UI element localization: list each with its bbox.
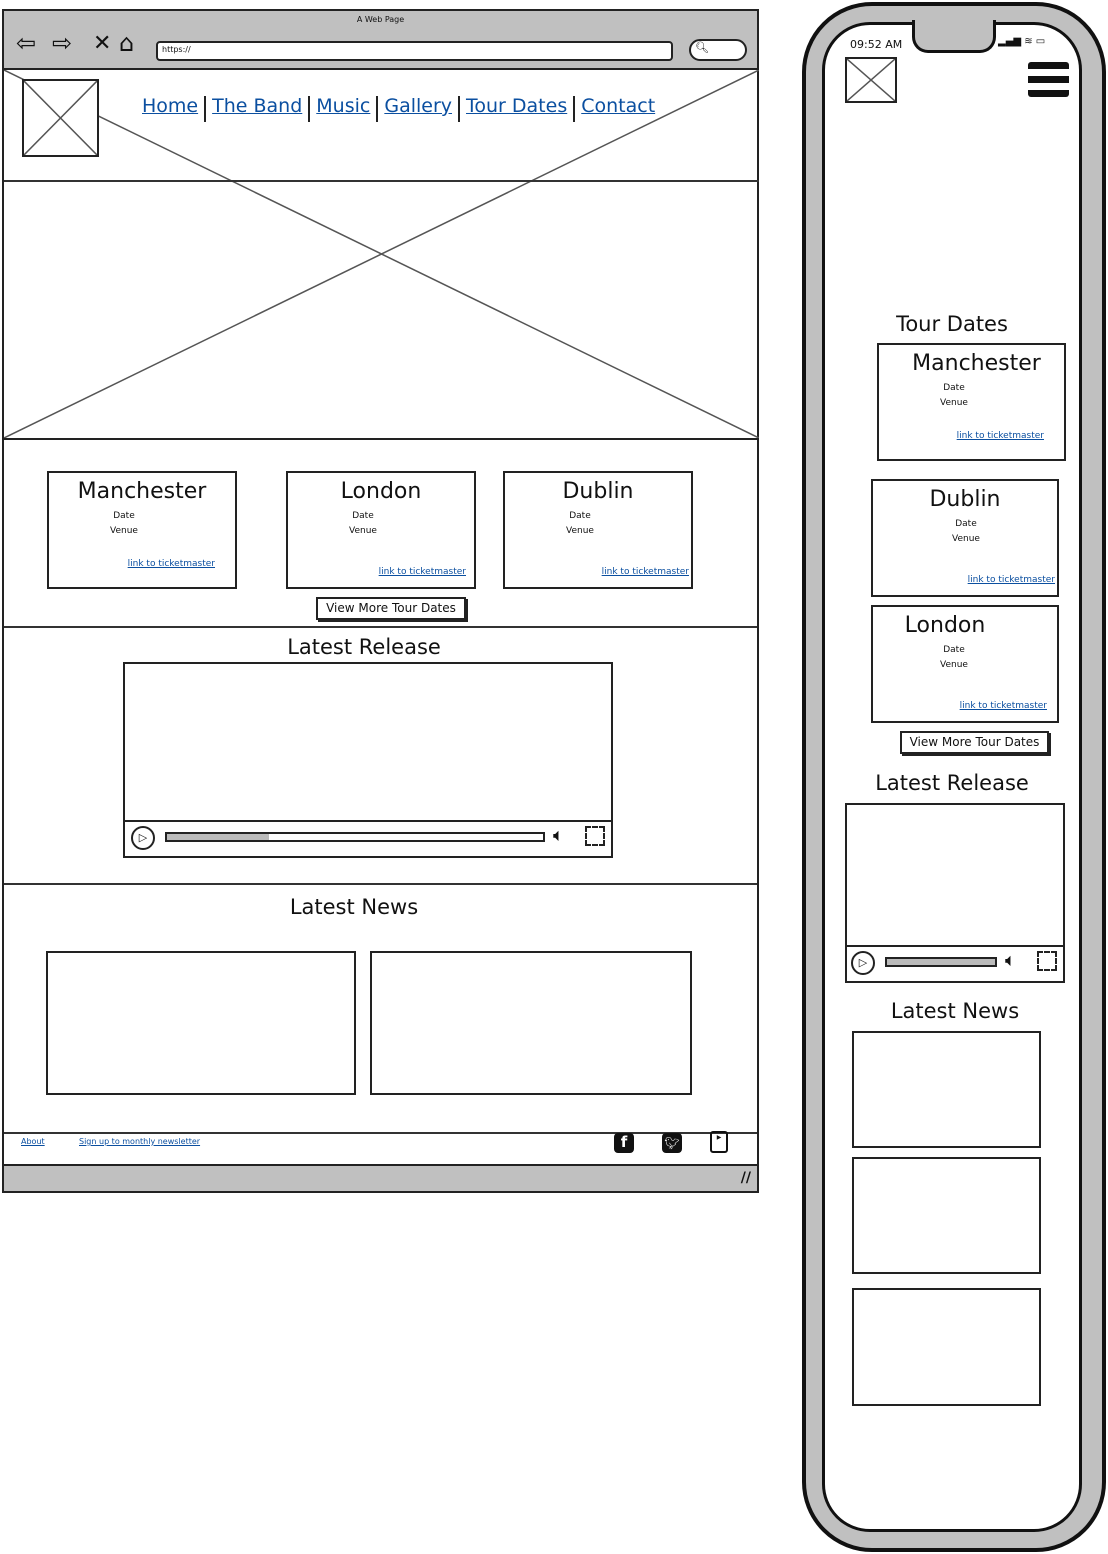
news-box[interactable] bbox=[370, 951, 692, 1095]
nav-the-band[interactable]: The Band bbox=[206, 95, 308, 122]
tour-city: Manchester bbox=[912, 351, 1041, 376]
status-time: 09:52 AM bbox=[850, 38, 903, 51]
mobile-tour-card-london: London Date Venue link to ticketmaster bbox=[871, 605, 1059, 723]
play-icon[interactable]: ▷ bbox=[851, 951, 875, 975]
mobile-news-box[interactable] bbox=[852, 1157, 1041, 1274]
mobile-view-more-tour-dates-button[interactable]: View More Tour Dates bbox=[900, 731, 1049, 754]
tour-city: London bbox=[904, 613, 986, 638]
hamburger-menu-icon[interactable] bbox=[1028, 62, 1069, 97]
logo-placeholder[interactable] bbox=[22, 79, 99, 157]
progress-slider[interactable] bbox=[885, 957, 997, 967]
nav-gallery[interactable]: Gallery bbox=[378, 95, 458, 122]
latest-news-heading: Latest News bbox=[289, 895, 419, 919]
tour-venue: Venue bbox=[952, 534, 980, 544]
search-icon[interactable]: 🔍︎ bbox=[689, 39, 747, 61]
ticketmaster-link[interactable]: link to ticketmaster bbox=[379, 567, 466, 577]
tour-card-london: London Date Venue link to ticketmaster bbox=[286, 471, 476, 589]
tour-date: Date bbox=[113, 511, 135, 521]
youtube-icon[interactable]: ▶ bbox=[710, 1131, 728, 1153]
tour-date: Date bbox=[955, 519, 977, 529]
tour-city: Dublin bbox=[562, 479, 634, 504]
mobile-logo-placeholder[interactable] bbox=[845, 57, 897, 103]
progress-slider[interactable] bbox=[165, 832, 545, 842]
video-controls: ▷ 🔈︎ bbox=[125, 820, 611, 856]
play-icon[interactable]: ▷ bbox=[131, 826, 155, 850]
view-more-tour-dates-button[interactable]: View More Tour Dates bbox=[316, 597, 466, 620]
twitter-icon[interactable]: 🐦︎ bbox=[662, 1133, 682, 1153]
tour-card-manchester: Manchester Date Venue link to ticketmast… bbox=[47, 471, 237, 589]
video-controls: ▷ 🔈︎ bbox=[847, 945, 1063, 981]
resize-handle-icon[interactable]: // bbox=[741, 1170, 751, 1186]
nav-music[interactable]: Music bbox=[310, 95, 376, 122]
tour-venue: Venue bbox=[566, 526, 594, 536]
back-arrow-icon[interactable]: ⇦ bbox=[16, 31, 36, 55]
mobile-news-box[interactable] bbox=[852, 1031, 1041, 1148]
tour-date: Date bbox=[943, 383, 965, 393]
fullscreen-icon[interactable] bbox=[585, 826, 605, 846]
desktop-browser-frame: A Web Page ⇦ ⇨ ✕ ⌂ https:// 🔍︎ Home The … bbox=[2, 9, 759, 1193]
mobile-latest-release-heading: Latest Release bbox=[875, 771, 1029, 795]
mobile-news-box[interactable] bbox=[852, 1288, 1041, 1406]
volume-icon[interactable]: 🔈︎ bbox=[1005, 950, 1016, 971]
ticketmaster-link[interactable]: link to ticketmaster bbox=[602, 567, 689, 577]
tour-date: Date bbox=[352, 511, 374, 521]
browser-status-bar: // bbox=[4, 1164, 757, 1191]
forward-arrow-icon[interactable]: ⇨ bbox=[52, 31, 72, 55]
mobile-latest-news-heading: Latest News bbox=[890, 999, 1020, 1023]
tour-city: London bbox=[340, 479, 422, 504]
footer-newsletter-link[interactable]: Sign up to monthly newsletter bbox=[79, 1137, 200, 1146]
tour-venue: Venue bbox=[349, 526, 377, 536]
hero-image: Home The Band Music Gallery Tour Dates C… bbox=[4, 70, 759, 440]
latest-release-heading: Latest Release bbox=[287, 635, 441, 659]
browser-title-bar: A Web Page ⇦ ⇨ ✕ ⌂ https:// 🔍︎ bbox=[4, 11, 757, 70]
ticketmaster-link[interactable]: link to ticketmaster bbox=[968, 575, 1055, 585]
ticketmaster-link[interactable]: link to ticketmaster bbox=[960, 701, 1047, 711]
mobile-tour-card-manchester: Manchester Date Venue link to ticketmast… bbox=[877, 343, 1066, 461]
ticketmaster-link[interactable]: link to ticketmaster bbox=[128, 559, 215, 569]
fullscreen-icon[interactable] bbox=[1037, 951, 1057, 971]
tour-date: Date bbox=[569, 511, 591, 521]
tour-card-dublin: Dublin Date Venue link to ticketmaster bbox=[503, 471, 693, 589]
facebook-icon[interactable]: f bbox=[614, 1133, 634, 1153]
volume-icon[interactable]: 🔈︎ bbox=[553, 825, 564, 846]
news-box[interactable] bbox=[46, 951, 356, 1095]
browser-title: A Web Page bbox=[356, 15, 405, 24]
tour-venue: Venue bbox=[110, 526, 138, 536]
video-player: ▷ 🔈︎ bbox=[123, 662, 613, 858]
mobile-tour-card-dublin: Dublin Date Venue link to ticketmaster bbox=[871, 479, 1059, 597]
main-nav: Home The Band Music Gallery Tour Dates C… bbox=[136, 95, 661, 122]
ticketmaster-link[interactable]: link to ticketmaster bbox=[957, 431, 1044, 441]
mobile-tour-dates-heading: Tour Dates bbox=[896, 312, 1008, 336]
nav-contact[interactable]: Contact bbox=[575, 95, 661, 122]
tour-date: Date bbox=[943, 645, 965, 655]
tour-city: Manchester bbox=[77, 479, 207, 504]
nav-tour-dates[interactable]: Tour Dates bbox=[460, 95, 573, 122]
tour-venue: Venue bbox=[940, 660, 968, 670]
home-icon[interactable]: ⌂ bbox=[119, 29, 134, 57]
tour-city: Dublin bbox=[929, 487, 1001, 512]
close-x-icon[interactable]: ✕ bbox=[93, 31, 111, 56]
footer-about-link[interactable]: About bbox=[21, 1137, 45, 1146]
phone-notch bbox=[912, 20, 996, 53]
signal-wifi-battery-icons: ▂▄▆ ≋ ▭ bbox=[998, 36, 1046, 47]
nav-home[interactable]: Home bbox=[136, 95, 204, 122]
url-input[interactable]: https:// bbox=[156, 41, 673, 61]
tour-venue: Venue bbox=[940, 398, 968, 408]
mobile-video-player: ▷ 🔈︎ bbox=[845, 803, 1065, 983]
